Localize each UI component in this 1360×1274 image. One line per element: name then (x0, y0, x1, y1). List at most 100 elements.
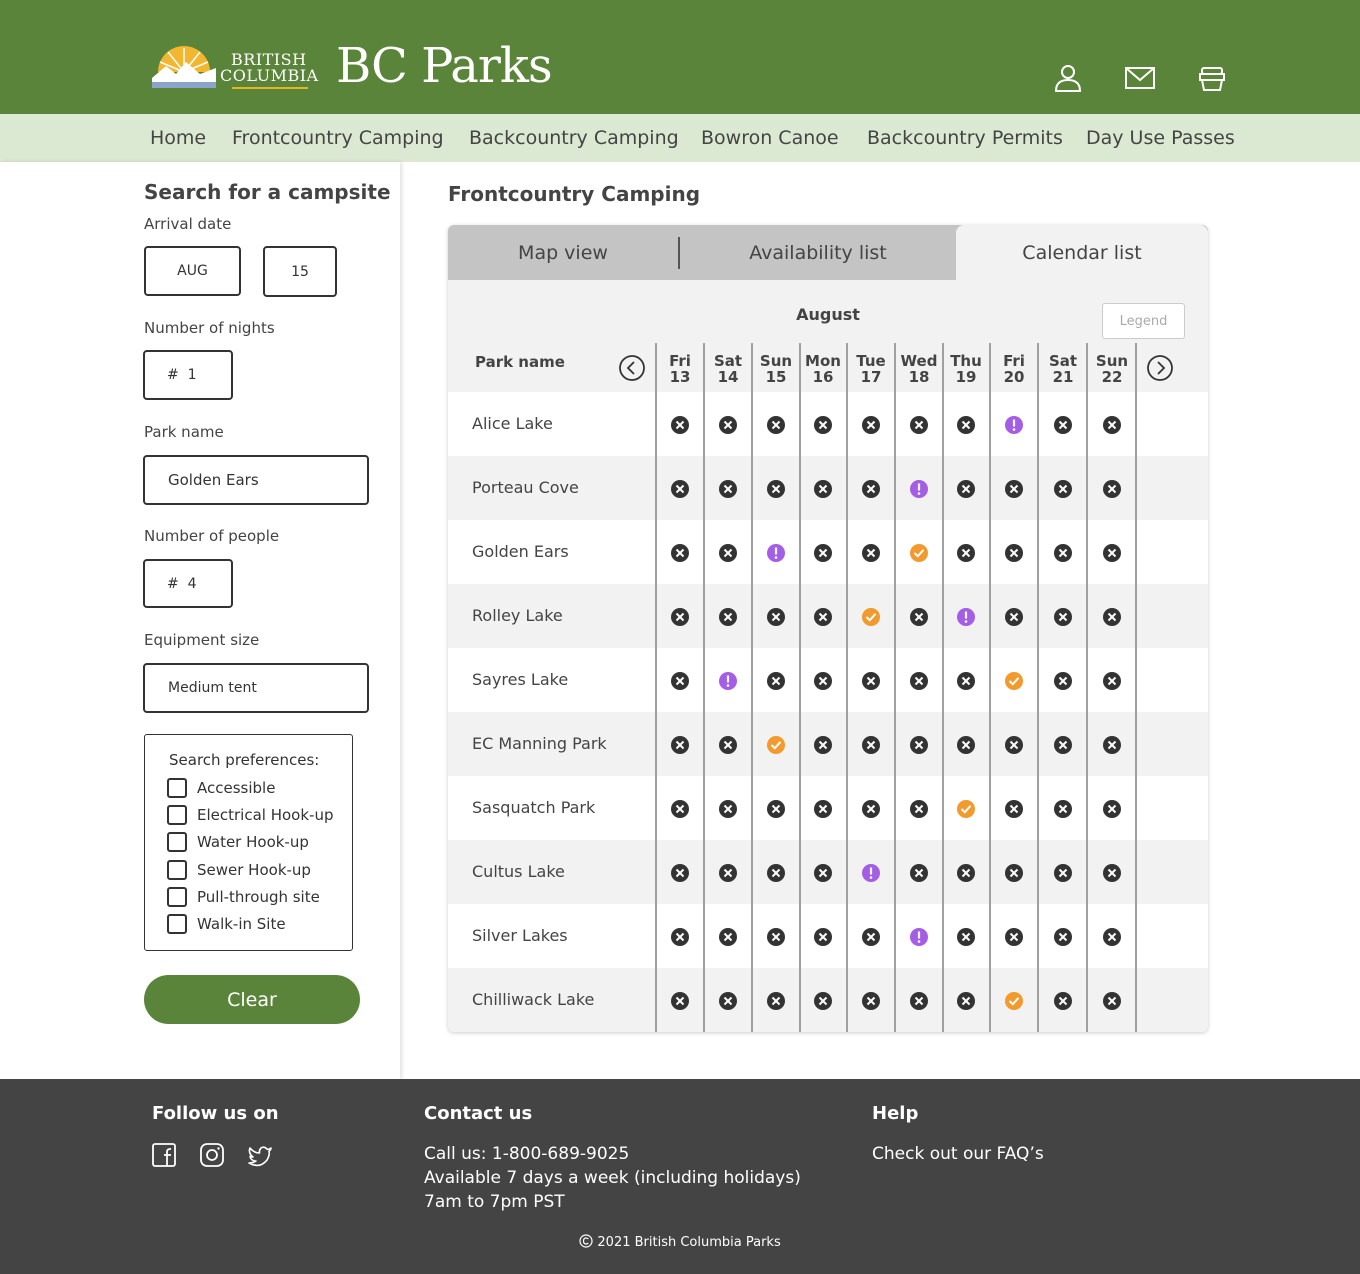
column-divider (799, 343, 801, 1032)
nav-home[interactable]: Home (150, 126, 206, 150)
unavailable-icon (1103, 544, 1121, 562)
limited-availability-icon[interactable] (861, 863, 881, 883)
site-brand[interactable]: BC Parks (336, 36, 553, 96)
park-name[interactable]: Rolley Lake (472, 606, 563, 625)
unavailable-icon (957, 480, 975, 498)
nav-backcountry-permits[interactable]: Backcountry Permits (867, 126, 1063, 150)
prev-arrow-icon[interactable] (618, 354, 646, 382)
nav-backcountry-camping[interactable]: Backcountry Camping (469, 126, 679, 150)
unavailable-icon (862, 992, 880, 1010)
unavailable-icon (862, 416, 880, 434)
checkbox[interactable] (167, 805, 187, 825)
nights-input[interactable]: # 1 (143, 350, 233, 400)
equipment-select[interactable]: Medium tent (143, 663, 369, 713)
park-name[interactable]: Chilliwack Lake (472, 990, 594, 1009)
limited-availability-icon[interactable] (909, 479, 929, 499)
limited-availability-icon[interactable] (909, 927, 929, 947)
day-of-week: Sun (759, 352, 793, 370)
limited-availability-icon[interactable] (956, 607, 976, 627)
unavailable-icon (719, 992, 737, 1010)
unavailable-icon (862, 800, 880, 818)
legend-button[interactable]: Legend (1102, 303, 1185, 339)
unavailable-icon (1054, 864, 1072, 882)
day-of-week: Wed (900, 352, 938, 370)
pref-walk-in[interactable]: Walk-in Site (167, 914, 286, 934)
day-of-week: Mon (805, 352, 841, 370)
contact-phone[interactable]: Call us: 1-800-689-9025 (424, 1142, 629, 1166)
nav-day-use-passes[interactable]: Day Use Passes (1086, 126, 1235, 150)
available-icon[interactable] (861, 607, 881, 627)
unavailable-icon (671, 416, 689, 434)
arrival-day-select[interactable]: 15 (263, 246, 337, 297)
pref-sewer[interactable]: Sewer Hook-up (167, 860, 311, 880)
nav-bowron-canoe[interactable]: Bowron Canoe (701, 126, 839, 150)
nav-frontcountry-camping[interactable]: Frontcountry Camping (232, 126, 444, 150)
checkbox[interactable] (167, 914, 187, 934)
copyright: 2021 British Columbia Parks (0, 1234, 1360, 1250)
unavailable-icon (767, 800, 785, 818)
next-arrow-icon[interactable] (1146, 354, 1174, 382)
park-name[interactable]: Sayres Lake (472, 670, 568, 689)
checkbox[interactable] (167, 860, 187, 880)
follow-title: Follow us on (152, 1103, 279, 1124)
available-icon[interactable] (766, 735, 786, 755)
unavailable-icon (1054, 992, 1072, 1010)
unavailable-icon (671, 992, 689, 1010)
tab-map-view[interactable]: Map view (448, 225, 678, 280)
twitter-icon[interactable] (246, 1141, 274, 1169)
arrival-date-label: Arrival date (144, 215, 232, 233)
park-name[interactable]: Cultus Lake (472, 862, 565, 881)
pref-accessible[interactable]: Accessible (167, 778, 275, 798)
tab-calendar-list[interactable]: Calendar list (956, 225, 1208, 280)
facebook-icon[interactable] (150, 1141, 178, 1169)
park-row: Silver Lakes (448, 904, 1208, 968)
checkbox[interactable] (167, 832, 187, 852)
available-icon[interactable] (1004, 671, 1024, 691)
people-input[interactable]: # 4 (143, 559, 233, 608)
arrival-month-select[interactable]: AUG (144, 246, 241, 296)
limited-availability-icon[interactable] (1004, 415, 1024, 435)
checkbox[interactable] (167, 778, 187, 798)
pref-electrical[interactable]: Electrical Hook-up (167, 805, 333, 825)
park-name[interactable]: Golden Ears (472, 542, 569, 561)
park-name-input[interactable]: Golden Ears (143, 455, 369, 505)
unavailable-icon (1005, 480, 1023, 498)
day-of-week: Sat (1048, 352, 1078, 370)
day-header: Fri 13 (656, 353, 704, 385)
available-icon[interactable] (956, 799, 976, 819)
available-icon[interactable] (909, 543, 929, 563)
park-name[interactable]: Alice Lake (472, 414, 553, 433)
bc-government-logo[interactable]: BRITISH COLUMBIA (152, 40, 318, 92)
limited-availability-icon[interactable] (718, 671, 738, 691)
view-tabs: Map view Availability list Calendar list (448, 225, 1208, 280)
available-icon[interactable] (1004, 991, 1024, 1011)
page-title: Frontcountry Camping (448, 182, 701, 206)
unavailable-icon (1005, 800, 1023, 818)
column-divider (894, 343, 896, 1032)
tab-availability-list[interactable]: Availability list (680, 225, 956, 280)
clear-button[interactable]: Clear (144, 975, 360, 1024)
park-name[interactable]: EC Manning Park (472, 734, 607, 753)
contact-availability: Available 7 days a week (including holid… (424, 1168, 801, 1188)
day-of-week: Fri (1003, 352, 1025, 370)
park-name[interactable]: Silver Lakes (472, 926, 568, 945)
day-date: 20 (1003, 368, 1025, 386)
user-icon[interactable] (1052, 62, 1084, 94)
park-name[interactable]: Porteau Cove (472, 478, 579, 497)
unavailable-icon (671, 800, 689, 818)
mail-icon[interactable] (1124, 62, 1156, 94)
pref-water[interactable]: Water Hook-up (167, 832, 309, 852)
checkbox[interactable] (167, 887, 187, 907)
cart-icon[interactable] (1196, 62, 1228, 94)
park-name[interactable]: Sasquatch Park (472, 798, 595, 817)
pref-pull-through[interactable]: Pull-through site (167, 887, 320, 907)
day-date: 16 (812, 368, 834, 386)
unavailable-icon (671, 608, 689, 626)
faq-link[interactable]: Check out our FAQ’s (872, 1142, 1044, 1166)
unavailable-icon (1054, 736, 1072, 754)
unavailable-icon (814, 480, 832, 498)
day-of-week: Sun (1095, 352, 1129, 370)
instagram-icon[interactable] (198, 1141, 226, 1169)
unavailable-icon (1005, 608, 1023, 626)
limited-availability-icon[interactable] (766, 543, 786, 563)
